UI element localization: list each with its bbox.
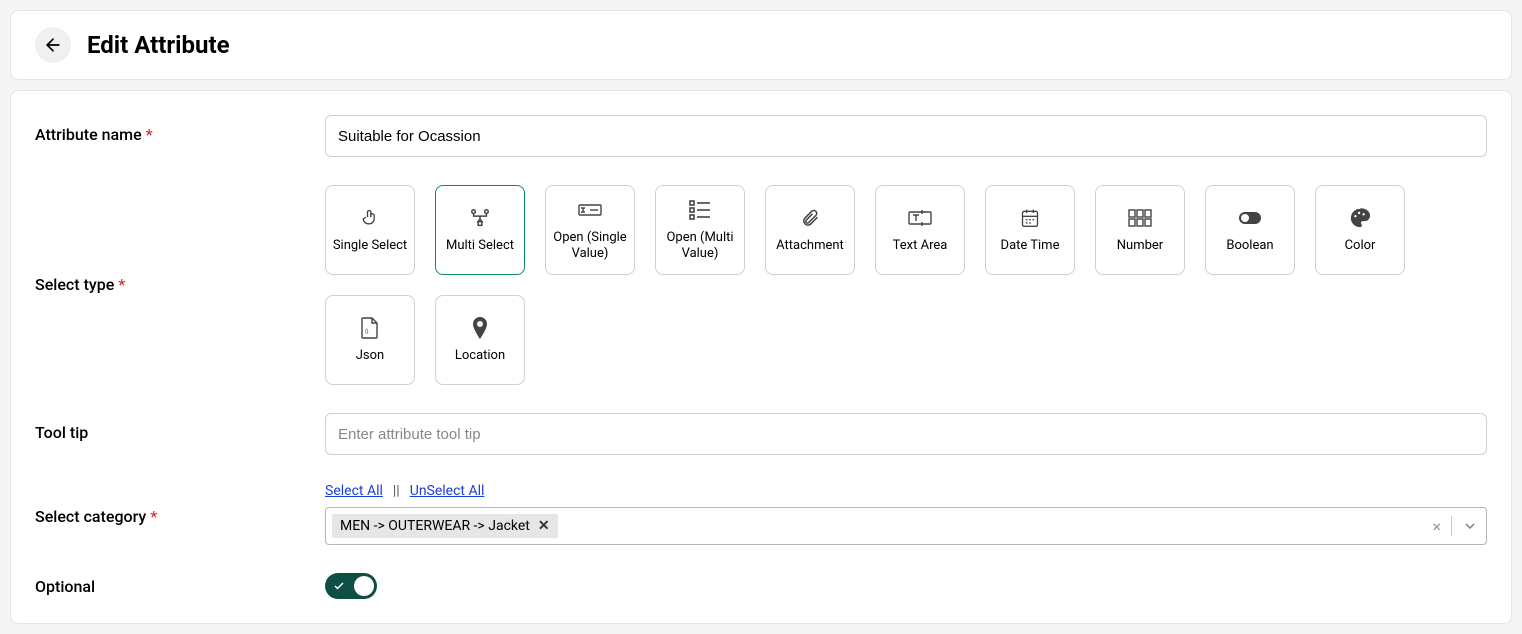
calendar-icon	[1020, 208, 1040, 228]
chevron-down-icon[interactable]	[1462, 518, 1478, 534]
json-file-icon: {}	[361, 317, 379, 339]
list-icon	[689, 200, 711, 220]
type-location[interactable]: Location	[435, 295, 525, 385]
page-header: Edit Attribute	[10, 10, 1512, 80]
check-icon	[333, 580, 345, 592]
type-grid: Single Select Multi Select Open (Single …	[325, 185, 1487, 385]
type-label: Open (Multi Value)	[662, 230, 738, 261]
label-attribute-name: Attribute name*	[35, 115, 325, 144]
label-optional: Optional	[35, 577, 325, 596]
toggle-icon	[1238, 211, 1262, 225]
text-field-icon	[578, 201, 602, 219]
type-label: Open (Single Value)	[552, 230, 628, 261]
required-asterisk: *	[150, 507, 157, 526]
label-text: Select type	[35, 275, 114, 294]
label-text: Attribute name	[35, 125, 142, 144]
divider	[1451, 516, 1452, 536]
multi-select-icon	[469, 208, 491, 228]
number-icon	[1128, 208, 1152, 228]
type-label: Boolean	[1226, 238, 1273, 254]
label-select-type: Select type*	[35, 185, 325, 294]
label-tool-tip: Tool tip	[35, 413, 325, 442]
type-color[interactable]: Color	[1315, 185, 1405, 275]
required-asterisk: *	[146, 125, 153, 144]
label-select-category: Select category*	[35, 483, 325, 526]
attribute-name-input[interactable]	[325, 115, 1487, 157]
select-all-link[interactable]: Select All	[325, 483, 383, 499]
chip-remove-button[interactable]: ✕	[538, 518, 550, 534]
svg-text:{}: {}	[365, 328, 369, 335]
paperclip-icon	[800, 208, 820, 228]
type-single-select[interactable]: Single Select	[325, 185, 415, 275]
row-select-category: Select category* Select All || UnSelect …	[35, 483, 1487, 545]
location-pin-icon	[471, 317, 489, 339]
type-open-single[interactable]: Open (Single Value)	[545, 185, 635, 275]
palette-icon	[1349, 207, 1371, 229]
arrow-left-icon	[43, 35, 63, 55]
optional-toggle[interactable]	[325, 573, 377, 599]
row-tool-tip: Tool tip	[35, 413, 1487, 455]
text-area-icon	[908, 209, 932, 227]
label-text: Tool tip	[35, 423, 88, 442]
category-chip: MEN -> OUTERWEAR -> Jacket ✕	[332, 514, 558, 538]
hand-pointer-icon	[360, 208, 380, 228]
separator: ||	[393, 483, 400, 499]
type-date-time[interactable]: Date Time	[985, 185, 1075, 275]
type-label: Json	[356, 348, 384, 364]
unselect-all-link[interactable]: UnSelect All	[410, 483, 485, 499]
type-label: Date Time	[1001, 238, 1060, 254]
row-optional: Optional	[35, 573, 1487, 599]
category-select[interactable]: MEN -> OUTERWEAR -> Jacket ✕ ×	[325, 507, 1487, 545]
type-text-area[interactable]: Text Area	[875, 185, 965, 275]
type-label: Color	[1345, 238, 1376, 254]
type-label: Single Select	[333, 238, 407, 254]
type-label: Number	[1117, 238, 1163, 254]
type-attachment[interactable]: Attachment	[765, 185, 855, 275]
type-label: Location	[455, 348, 505, 364]
label-text: Optional	[35, 577, 95, 596]
select-controls: ×	[1432, 516, 1478, 536]
row-attribute-name: Attribute name*	[35, 115, 1487, 157]
type-label: Attachment	[776, 238, 844, 254]
toggle-knob	[354, 576, 374, 596]
page-title: Edit Attribute	[87, 31, 230, 59]
clear-all-button[interactable]: ×	[1432, 517, 1441, 536]
back-button[interactable]	[35, 27, 71, 63]
type-label: Multi Select	[446, 238, 514, 254]
type-json[interactable]: {} Json	[325, 295, 415, 385]
category-links: Select All || UnSelect All	[325, 483, 1487, 499]
required-asterisk: *	[118, 275, 125, 294]
row-select-type: Select type* Single Select Multi Select …	[35, 185, 1487, 385]
chip-label: MEN -> OUTERWEAR -> Jacket	[340, 518, 530, 534]
type-multi-select[interactable]: Multi Select	[435, 185, 525, 275]
type-boolean[interactable]: Boolean	[1205, 185, 1295, 275]
type-open-multi[interactable]: Open (Multi Value)	[655, 185, 745, 275]
form-card: Attribute name* Select type* Single Sele…	[10, 90, 1512, 624]
label-text: Select category	[35, 507, 146, 526]
type-label: Text Area	[893, 238, 948, 254]
type-number[interactable]: Number	[1095, 185, 1185, 275]
tool-tip-input[interactable]	[325, 413, 1487, 455]
